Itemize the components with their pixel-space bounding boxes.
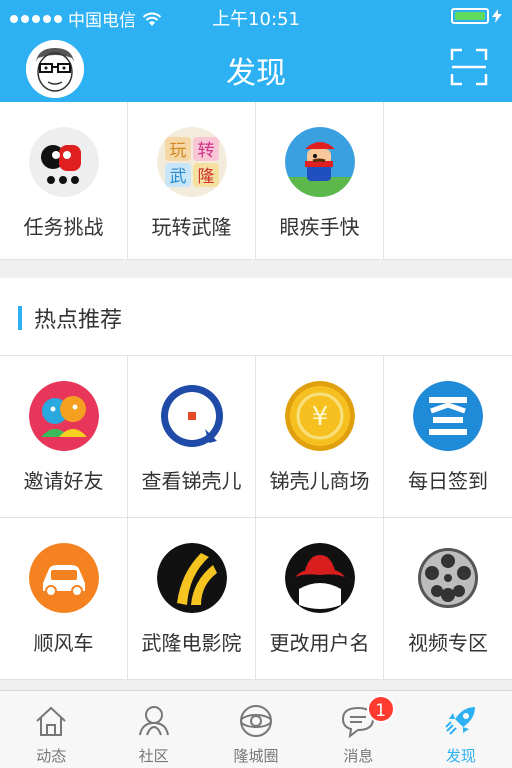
- section-header-hot: 热点推荐: [0, 278, 512, 356]
- section-accent-bar: [18, 306, 22, 330]
- grid-item-label: 视频专区: [408, 631, 488, 655]
- svg-text:武: 武: [169, 167, 186, 187]
- tab-community[interactable]: 社区: [102, 691, 204, 768]
- task-challenge-icon: [28, 127, 99, 197]
- svg-text:转: 转: [197, 141, 214, 161]
- tab-label: 发现: [445, 747, 476, 765]
- grid-item-label: 眼疾手快: [279, 215, 360, 239]
- grid-item-label: 邀请好友: [23, 469, 104, 493]
- top-grid: 任务挑战 玩 转 武 隆 玩转武隆 眼疾手快: [0, 102, 512, 260]
- hot-grid: 邀请好友 查看锑壳儿 ¥ 锑壳儿商场 每日签到 顺风车 武隆电影院 更改用户名 …: [0, 356, 512, 680]
- grid-item-cinema[interactable]: 武隆电影院: [128, 518, 256, 679]
- scan-icon[interactable]: [450, 48, 488, 86]
- grid-item-carpool[interactable]: 顺风车: [0, 518, 128, 679]
- section-title: 热点推荐: [34, 308, 123, 333]
- tab-label: 消息: [343, 747, 374, 765]
- play-wulong-icon: 玩 转 武 隆: [156, 127, 227, 197]
- community-icon: [138, 706, 169, 736]
- svg-text:隆: 隆: [197, 167, 214, 187]
- invite-friends-icon: [28, 381, 99, 451]
- charging-icon: [492, 9, 502, 23]
- grid-item-view-coins[interactable]: 查看锑壳儿: [128, 356, 256, 517]
- grid-item-change-username[interactable]: 更改用户名: [256, 518, 384, 679]
- svg-text:玩: 玩: [169, 141, 186, 161]
- tab-discover[interactable]: 发现: [410, 691, 512, 768]
- circle-icon: [240, 705, 273, 737]
- grid-item-label: 武隆电影院: [141, 631, 242, 655]
- grid-item-video-zone[interactable]: 视频专区: [384, 518, 512, 679]
- navbar: 发现: [0, 34, 512, 102]
- grid-item-label: 锑壳儿商场: [269, 469, 370, 493]
- view-coins-icon: [156, 381, 227, 451]
- grid-item-play-wulong[interactable]: 玩 转 武 隆 玩转武隆: [128, 102, 256, 259]
- mario-game-icon: [284, 127, 355, 197]
- carpool-icon: [28, 543, 99, 613]
- status-bar: 中国电信 上午10:51: [0, 0, 512, 34]
- grid-item-daily-checkin[interactable]: 每日签到: [384, 356, 512, 517]
- grid-item-label: 查看锑壳儿: [141, 469, 242, 493]
- status-time: 上午10:51: [212, 9, 300, 30]
- tab-bar: 动态 社区 隆城圈 1 消息 发现: [0, 690, 512, 768]
- grid-item-task-challenge[interactable]: 任务挑战: [0, 102, 128, 259]
- grid-item-label: 玩转武隆: [151, 215, 232, 239]
- home-icon: [36, 706, 66, 736]
- video-zone-icon: [413, 543, 483, 613]
- tab-messages[interactable]: 1 消息: [307, 691, 409, 768]
- grid-item-label: 每日签到: [408, 469, 488, 493]
- grid-item-invite-friends[interactable]: 邀请好友: [0, 356, 128, 517]
- grid-item-empty: [384, 102, 512, 259]
- grid-item-coin-mall[interactable]: ¥ 锑壳儿商场: [256, 356, 384, 517]
- tab-circle[interactable]: 隆城圈: [205, 691, 307, 768]
- tab-label: 隆城圈: [233, 747, 279, 765]
- change-username-icon: [284, 543, 355, 613]
- svg-text:¥: ¥: [311, 402, 328, 432]
- grid-item-label: 任务挑战: [23, 215, 104, 239]
- tab-dynamic[interactable]: 动态: [0, 691, 102, 768]
- daily-checkin-icon: [413, 381, 483, 451]
- page-title: 发现: [226, 56, 286, 91]
- grid-item-label: 顺风车: [33, 631, 94, 655]
- unread-badge: 1: [366, 695, 395, 723]
- grid-item-mario-game[interactable]: 眼疾手快: [256, 102, 384, 259]
- cinema-icon: [156, 543, 227, 613]
- coin-mall-icon: ¥: [284, 381, 355, 451]
- rocket-icon: [445, 707, 475, 735]
- grid-item-label: 更改用户名: [269, 631, 370, 655]
- tab-label: 社区: [138, 747, 169, 765]
- battery-icon: [451, 8, 489, 24]
- tab-label: 动态: [36, 747, 67, 765]
